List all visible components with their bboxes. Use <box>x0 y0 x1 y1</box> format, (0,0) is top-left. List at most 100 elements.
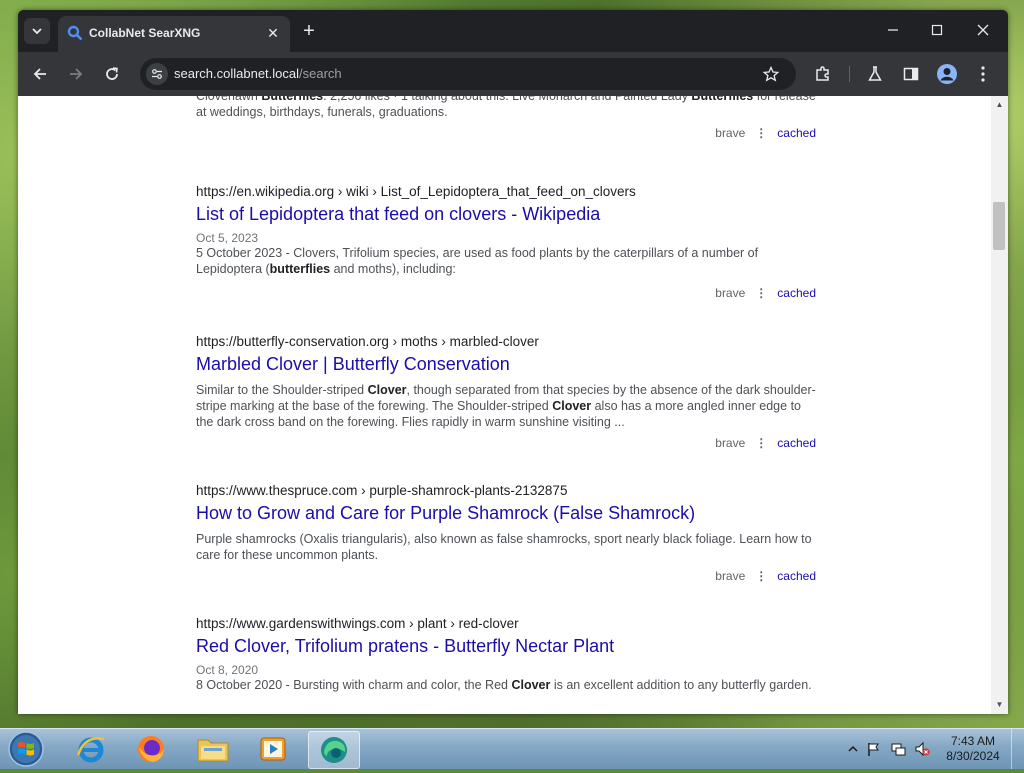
tab-title: CollabNet SearXNG <box>89 26 201 40</box>
windows-start-icon <box>8 731 44 767</box>
result-links: brave ⋮ cached <box>715 569 816 583</box>
scrollbar-thumb[interactable] <box>993 202 1005 250</box>
maximize-icon <box>931 24 943 36</box>
tab-strip: CollabNet SearXNG ✕ + <box>18 10 1008 52</box>
profile-button[interactable] <box>935 62 959 86</box>
page-scrollbar[interactable]: ▲ ▼ <box>991 96 1008 714</box>
result-snippet: Cloverlawn Butterflies. 2,256 likes · 1 … <box>196 96 816 119</box>
close-window-button[interactable] <box>968 18 998 42</box>
engine-label: brave <box>715 286 746 300</box>
media-player-icon <box>260 737 286 761</box>
action-center-flag-icon[interactable] <box>866 741 882 757</box>
clock-time: 7:43 AM <box>950 734 996 748</box>
cached-link[interactable]: cached <box>777 126 816 140</box>
taskbar-firefox[interactable] <box>126 731 176 767</box>
url-host: search.collabnet.local <box>174 66 300 81</box>
arrow-left-icon <box>33 68 46 80</box>
cached-link[interactable]: cached <box>777 436 816 450</box>
result-links: brave ⋮ cached <box>715 436 816 450</box>
extensions-button[interactable] <box>811 62 835 86</box>
labs-button[interactable] <box>863 62 887 86</box>
url-text: search.collabnet.local/search <box>174 66 342 81</box>
result-date: Oct 5, 2023 <box>196 231 259 245</box>
puzzle-icon <box>816 66 829 81</box>
scroll-down-icon[interactable]: ▼ <box>991 698 1008 712</box>
star-icon <box>763 66 779 82</box>
result-url: https://www.gardenswithwings.com › plant… <box>196 616 816 631</box>
network-icon[interactable] <box>890 741 906 757</box>
page-viewport: Cloverlawn Butterflies. 2,256 likes · 1 … <box>18 96 1008 714</box>
result-url: https://www.thespruce.com › purple-shamr… <box>196 483 816 498</box>
scroll-up-icon[interactable]: ▲ <box>991 98 1008 112</box>
result-url-host: https://butterfly-conservation.org <box>196 334 389 349</box>
result-title-link[interactable]: Marbled Clover | Butterfly Conservation <box>196 354 816 375</box>
taskbar: 7:43 AM 8/30/2024 <box>0 728 1024 769</box>
show-hidden-icons-icon[interactable] <box>845 741 861 757</box>
result-snippet: Similar to the Shoulder-striped Clover, … <box>196 383 816 429</box>
taskbar-browser-active[interactable] <box>308 731 360 769</box>
close-tab-icon[interactable]: ✕ <box>264 24 282 42</box>
search-result: https://en.wikipedia.org › wiki › List_o… <box>196 184 816 300</box>
result-breadcrumb: › wiki › List_of_Lepidoptera_that_feed_o… <box>337 184 636 199</box>
chevron-down-icon <box>32 28 42 35</box>
system-clock[interactable]: 7:43 AM 8/30/2024 <box>938 734 1008 764</box>
separator-dots-icon: ⋮ <box>755 436 768 450</box>
new-tab-button[interactable]: + <box>298 20 320 42</box>
folder-icon <box>197 739 229 762</box>
volume-muted-icon[interactable] <box>914 741 930 757</box>
menu-button[interactable] <box>971 62 995 86</box>
taskbar-internet-explorer[interactable] <box>66 731 116 767</box>
result-links: brave ⋮ cached <box>715 286 816 300</box>
back-button[interactable] <box>28 62 52 86</box>
browser-window: CollabNet SearXNG ✕ + search.collabnet.l… <box>18 10 1008 714</box>
search-result: Cloverlawn Butterflies. 2,256 likes · 1 … <box>196 96 816 140</box>
address-bar[interactable]: search.collabnet.local/search <box>140 58 796 90</box>
separator-dots-icon: ⋮ <box>755 286 768 300</box>
cached-link[interactable]: cached <box>777 569 816 583</box>
edge-browser-icon <box>321 737 347 763</box>
url-path: /search <box>299 66 342 81</box>
toolbar-separator <box>849 66 850 82</box>
result-snippet: 8 October 2020 - Bursting with charm and… <box>196 678 812 692</box>
cached-link[interactable]: cached <box>777 286 816 300</box>
result-url-host: https://en.wikipedia.org <box>196 184 335 199</box>
result-url-host: https://www.gardenswithwings.com <box>196 616 406 631</box>
maximize-button[interactable] <box>922 18 952 42</box>
result-snippet: Purple shamrocks (Oxalis triangularis), … <box>196 532 812 562</box>
taskbar-file-explorer[interactable] <box>188 731 238 767</box>
tune-icon <box>152 69 162 79</box>
start-button[interactable] <box>6 730 46 768</box>
result-breadcrumb: › moths › marbled-clover <box>392 334 539 349</box>
result-breadcrumb: › purple-shamrock-plants-2132875 <box>361 483 568 498</box>
reload-button[interactable] <box>100 62 124 86</box>
result-title-link[interactable]: Red Clover, Trifolium pratens - Butterfl… <box>196 636 816 657</box>
forward-button[interactable] <box>64 62 88 86</box>
search-result: https://www.thespruce.com › purple-shamr… <box>196 483 816 583</box>
side-panel-button[interactable] <box>899 62 923 86</box>
search-icon <box>67 25 83 41</box>
kebab-menu-icon <box>981 66 985 82</box>
taskbar-media-player[interactable] <box>248 731 298 767</box>
browser-toolbar: search.collabnet.local/search <box>18 52 1008 96</box>
tab-search-button[interactable] <box>24 18 50 44</box>
arrow-right-icon <box>70 68 83 80</box>
tab-active[interactable]: CollabNet SearXNG ✕ <box>58 16 290 52</box>
result-title-link[interactable]: List of Lepidoptera that feed on clovers… <box>196 204 816 225</box>
result-date: Oct 8, 2020 <box>196 663 259 677</box>
engine-label: brave <box>715 436 746 450</box>
bookmark-star-button[interactable] <box>760 63 782 85</box>
result-title-link[interactable]: How to Grow and Care for Purple Shamrock… <box>196 503 816 524</box>
search-result: https://www.gardenswithwings.com › plant… <box>196 616 816 693</box>
minimize-button[interactable] <box>878 18 908 42</box>
close-icon <box>977 24 989 36</box>
reload-icon <box>106 67 118 80</box>
result-snippet: 5 October 2023 - Clovers, Trifolium spec… <box>196 246 759 276</box>
clock-date: 8/30/2024 <box>946 749 1000 763</box>
engine-label: brave <box>715 569 746 583</box>
result-url: https://butterfly-conservation.org › mot… <box>196 334 816 349</box>
site-info-button[interactable] <box>146 63 168 85</box>
result-breadcrumb: › plant › red-clover <box>409 616 519 631</box>
minimize-icon <box>888 29 898 31</box>
result-links: brave ⋮ cached <box>715 126 816 140</box>
show-desktop-button[interactable] <box>1011 729 1024 769</box>
